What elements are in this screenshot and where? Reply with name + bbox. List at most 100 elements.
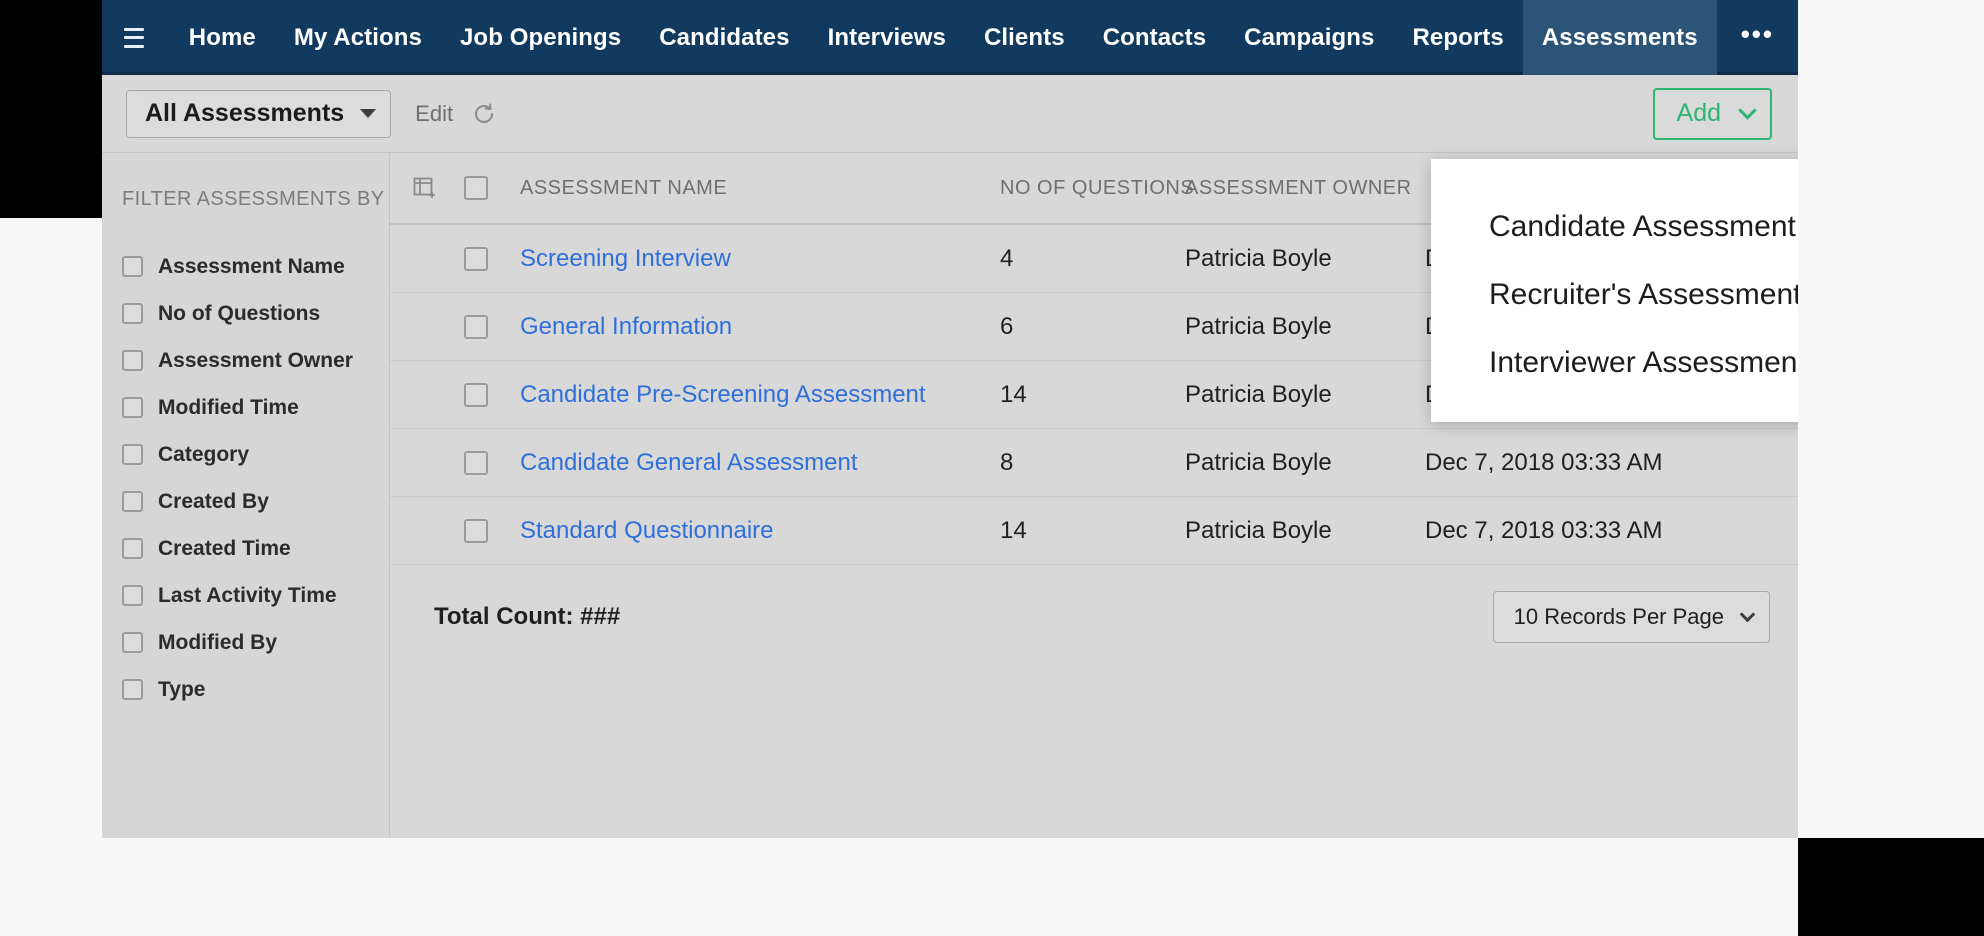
nav-item-contacts[interactable]: Contacts xyxy=(1084,0,1225,75)
checkbox[interactable] xyxy=(464,518,488,543)
assessment-owner: Patricia Boyle xyxy=(1185,380,1332,408)
assessment-owner: Patricia Boyle xyxy=(1185,448,1332,476)
nav-item-reports[interactable]: Reports xyxy=(1393,0,1522,75)
checkbox[interactable] xyxy=(122,538,143,559)
modified-time: Dec 7, 2018 03:33 AM xyxy=(1425,516,1663,544)
filter-item-no-of-questions[interactable]: No of Questions xyxy=(122,290,389,337)
column-header-no-of-questions: NO OF QUESTIONS xyxy=(1000,177,1194,200)
refresh-icon[interactable] xyxy=(471,101,497,127)
select-all-checkbox-cell[interactable] xyxy=(464,176,520,200)
filter-item-modified-time[interactable]: Modified Time xyxy=(122,384,389,431)
menu-item-candidate-assessment[interactable]: Candidate Assessment xyxy=(1489,193,1798,261)
filter-item-created-time[interactable]: Created Time xyxy=(122,525,389,572)
nav-item-campaigns[interactable]: Campaigns xyxy=(1225,0,1393,75)
checkbox[interactable] xyxy=(122,491,143,512)
filter-item-label: Assessment Owner xyxy=(158,348,353,372)
filter-item-assessment-name[interactable]: Assessment Name xyxy=(122,243,389,290)
assessment-owner: Patricia Boyle xyxy=(1185,244,1332,272)
assessment-name-link[interactable]: Standard Questionnaire xyxy=(520,517,774,544)
chevron-down-icon xyxy=(1739,606,1756,622)
checkbox[interactable] xyxy=(464,246,488,271)
checkbox[interactable] xyxy=(122,632,143,653)
toolbar-right-group: Add xyxy=(1652,87,1772,140)
top-navigation-bar: Home My Actions Job Openings Candidates … xyxy=(102,0,1798,75)
nav-item-interviews[interactable]: Interviews xyxy=(809,0,965,75)
add-button-label: Add xyxy=(1676,99,1721,127)
column-header-assessment-owner: ASSESSMENT OWNER xyxy=(1185,177,1425,200)
hamburger-icon[interactable] xyxy=(124,25,144,51)
column-header-assessment-name: ASSESSMENT NAME xyxy=(520,177,1000,200)
view-selector-label: All Assessments xyxy=(145,99,345,127)
assessment-name-link[interactable]: Candidate General Assessment xyxy=(520,449,858,476)
add-column-icon[interactable] xyxy=(412,175,464,201)
total-count-label: Total Count: ### xyxy=(434,603,621,630)
filter-item-label: Type xyxy=(158,677,206,701)
assessment-name-link[interactable]: General Information xyxy=(520,313,732,340)
questions-count: 4 xyxy=(1000,244,1014,272)
checkbox[interactable] xyxy=(122,397,143,418)
filter-item-label: Assessment Name xyxy=(158,254,345,278)
view-selector-dropdown[interactable]: All Assessments xyxy=(126,89,392,138)
checkbox[interactable] xyxy=(122,585,143,606)
filter-sidebar: FILTER ASSESSMENTS BY Assessment Name No… xyxy=(102,153,422,838)
filter-item-label: Created Time xyxy=(158,536,291,560)
row-checkbox-cell[interactable] xyxy=(464,246,520,271)
nav-item-clients[interactable]: Clients xyxy=(965,0,1084,75)
assessment-owner: Patricia Boyle xyxy=(1185,516,1332,544)
menu-item-recruiters-assessment[interactable]: Recruiter's Assessment xyxy=(1489,261,1798,329)
questions-count: 6 xyxy=(1000,312,1014,340)
filter-item-category[interactable]: Category xyxy=(122,431,389,478)
assessment-name-link[interactable]: Screening Interview xyxy=(520,245,731,272)
filter-item-assessment-owner[interactable]: Assessment Owner xyxy=(122,337,389,384)
filter-item-label: Modified Time xyxy=(158,395,299,419)
checkbox[interactable] xyxy=(464,450,488,475)
filter-item-label: Modified By xyxy=(158,630,277,654)
checkbox[interactable] xyxy=(464,314,488,339)
row-checkbox-cell[interactable] xyxy=(464,518,520,543)
filter-title: FILTER ASSESSMENTS BY xyxy=(122,187,385,210)
filter-item-type[interactable]: Type xyxy=(122,666,389,713)
filter-item-label: Created By xyxy=(158,489,269,513)
nav-item-candidates[interactable]: Candidates xyxy=(640,0,808,75)
filter-item-last-activity-time[interactable]: Last Activity Time xyxy=(122,572,389,619)
decorative-left-plate xyxy=(0,218,102,936)
decorative-right-plate xyxy=(1798,0,1984,838)
decorative-bottom-plate xyxy=(0,838,1798,936)
filter-item-label: No of Questions xyxy=(158,301,321,325)
column-header-label: NO OF QUESTIONS xyxy=(1000,176,1195,199)
table-row[interactable]: Standard Questionnaire 14 Patricia Boyle… xyxy=(390,497,1798,565)
assessment-name-link[interactable]: Candidate Pre-Screening Assessment xyxy=(520,381,926,408)
edit-view-link[interactable]: Edit xyxy=(415,101,453,127)
row-checkbox-cell[interactable] xyxy=(464,314,520,339)
row-checkbox-cell[interactable] xyxy=(464,382,520,407)
questions-count: 14 xyxy=(1000,380,1027,408)
screenshot-stage: Home My Actions Job Openings Candidates … xyxy=(0,0,1984,936)
column-header-label: ASSESSMENT NAME xyxy=(520,176,728,199)
records-per-page-label: 10 Records Per Page xyxy=(1513,604,1724,629)
nav-item-home[interactable]: Home xyxy=(170,0,275,75)
checkbox[interactable] xyxy=(122,303,143,324)
nav-item-job-openings[interactable]: Job Openings xyxy=(441,0,640,75)
chevron-down-icon xyxy=(1738,101,1757,120)
application-window: Home My Actions Job Openings Candidates … xyxy=(102,0,1798,838)
filter-header: FILTER ASSESSMENTS BY xyxy=(122,187,422,211)
add-button[interactable]: Add xyxy=(1652,87,1772,140)
select-all-checkbox[interactable] xyxy=(464,176,488,200)
checkbox[interactable] xyxy=(122,256,143,277)
nav-item-assessments[interactable]: Assessments xyxy=(1522,0,1717,75)
checkbox[interactable] xyxy=(464,382,488,407)
checkbox[interactable] xyxy=(122,444,143,465)
row-checkbox-cell[interactable] xyxy=(464,450,520,475)
nav-more-icon[interactable]: ••• xyxy=(1717,0,1798,75)
menu-item-interviewer-assessment[interactable]: Interviewer Assessment xyxy=(1489,329,1798,397)
add-dropdown-menu: Candidate Assessment Recruiter's Assessm… xyxy=(1431,159,1798,422)
chevron-down-icon xyxy=(360,109,377,118)
checkbox[interactable] xyxy=(122,679,143,700)
questions-count: 8 xyxy=(1000,448,1014,476)
records-per-page-dropdown[interactable]: 10 Records Per Page xyxy=(1492,591,1770,643)
table-row[interactable]: Candidate General Assessment 8 Patricia … xyxy=(390,429,1798,497)
checkbox[interactable] xyxy=(122,350,143,371)
nav-item-my-actions[interactable]: My Actions xyxy=(275,0,441,75)
filter-item-created-by[interactable]: Created By xyxy=(122,478,389,525)
filter-item-modified-by[interactable]: Modified By xyxy=(122,619,389,666)
